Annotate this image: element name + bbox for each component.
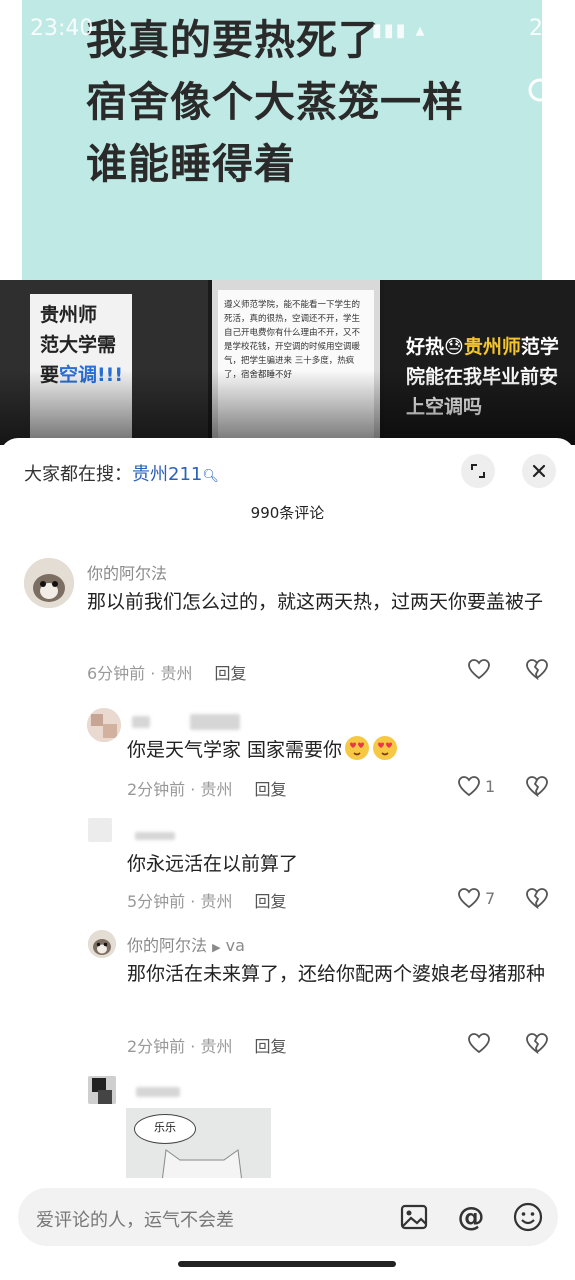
svg-text:@: @ — [458, 1202, 485, 1233]
signal-icons: ▮▮▮ ▴ — [372, 20, 427, 41]
close-button[interactable] — [522, 454, 556, 488]
comment-input-bar[interactable]: 爱评论的人，运气不会差 @ — [18, 1188, 558, 1246]
home-indicator[interactable] — [178, 1261, 396, 1267]
video-caption-line-3: 谁能睡得着 — [86, 140, 296, 188]
search-small-icon: 🔍︎ — [202, 469, 219, 484]
comment-input[interactable]: 爱评论的人，运气不会差 — [36, 1206, 234, 1232]
heart-eyes-emoji-icon — [345, 736, 370, 760]
broken-heart-icon — [526, 776, 548, 798]
heart-icon — [468, 659, 490, 680]
close-icon — [532, 464, 546, 478]
video-area[interactable]: 我真的要热死了 宿舍像个大蒸笼一样 谁能睡得着 23:40 ▮▮▮ ▴ 22 — [0, 0, 575, 290]
related-thumbnails: 贵州师 范大学需 要空调!!! 遵义师范学院，能不能看一下学生的死活，真的很热，… — [0, 280, 575, 445]
cat-illustration — [161, 1149, 243, 1178]
thumbnail-shade — [0, 370, 575, 445]
masked-name — [190, 714, 240, 730]
like-button[interactable] — [467, 658, 491, 680]
video-caption-line-1: 我真的要热死了 — [86, 16, 380, 64]
expand-button[interactable] — [461, 454, 495, 488]
comment-meta: 5分钟前 · 贵州 回复 — [127, 892, 287, 911]
heart-eyes-emoji-icon — [373, 736, 398, 760]
comment-text: 你永远活在以前算了 — [127, 853, 299, 875]
masked-name — [132, 716, 150, 728]
broken-heart-icon — [526, 1033, 548, 1055]
comment-text: 那以前我们怎么过的，就这两天热，过两天你要盖被子 — [87, 591, 544, 613]
like-button[interactable]: 1 — [457, 775, 495, 797]
comment-text: 那你活在未来算了，还给你配两个婆娘老母猪那种 — [127, 963, 546, 985]
hot-search-label: 大家都在搜： — [24, 464, 132, 485]
comment-sheet: 大家都在搜：贵州211🔍︎ 990条评论 你的阿尔法 那以前我们怎么过的，就这两… — [0, 438, 575, 1280]
reply-button[interactable]: 回复 — [254, 780, 286, 799]
avatar[interactable] — [88, 818, 112, 842]
heart-icon — [458, 776, 480, 797]
dislike-button[interactable] — [525, 1032, 549, 1058]
comment-meta: 2分钟前 · 贵州 回复 — [127, 780, 287, 799]
comment-author[interactable]: 你的阿尔法 ▶ va — [127, 932, 245, 956]
avatar[interactable] — [88, 1076, 116, 1104]
dislike-button[interactable] — [525, 658, 549, 684]
comment-meta: 2分钟前 · 贵州 回复 — [127, 1037, 287, 1056]
like-button[interactable]: 7 — [457, 887, 495, 909]
status-time: 23:40 — [30, 16, 94, 41]
comment-count: 990条评论 — [250, 504, 325, 522]
masked-name — [136, 1087, 180, 1097]
emoji-icon[interactable] — [512, 1201, 544, 1233]
reply-arrow-icon: ▶ — [212, 941, 221, 954]
hot-search[interactable]: 大家都在搜：贵州211🔍︎ — [24, 460, 219, 486]
broken-heart-icon — [526, 659, 548, 681]
reply-button[interactable]: 回复 — [214, 664, 246, 683]
hot-search-keyword[interactable]: 贵州211 — [132, 464, 202, 485]
avatar[interactable] — [87, 708, 121, 742]
dislike-button[interactable] — [525, 775, 549, 801]
broken-heart-icon — [526, 888, 548, 910]
masked-name — [135, 832, 175, 840]
comment-meta: 6分钟前 · 贵州 回复 — [87, 664, 247, 683]
dislike-button[interactable] — [525, 887, 549, 913]
heart-icon — [468, 1033, 490, 1054]
comment-image[interactable]: 乐乐 — [126, 1108, 271, 1178]
video-frame: 我真的要热死了 宿舍像个大蒸笼一样 谁能睡得着 — [22, 0, 542, 280]
reply-button[interactable]: 回复 — [254, 892, 286, 911]
avatar[interactable] — [88, 930, 116, 958]
avatar[interactable] — [24, 558, 74, 608]
reply-button[interactable]: 回复 — [254, 1037, 286, 1056]
like-count: 7 — [485, 888, 496, 908]
search-icon[interactable] — [526, 76, 560, 110]
battery-level: 22 — [529, 16, 557, 41]
comment-text: 你是天气学家 国家需要你 — [127, 732, 547, 768]
heart-icon — [458, 888, 480, 909]
like-count: 1 — [485, 776, 496, 796]
image-icon[interactable] — [398, 1201, 430, 1233]
comment-author[interactable]: 你的阿尔法 — [87, 560, 167, 584]
expand-icon — [471, 464, 485, 478]
at-icon[interactable]: @ — [455, 1201, 487, 1233]
like-button[interactable] — [467, 1032, 491, 1054]
video-caption-line-2: 宿舍像个大蒸笼一样 — [86, 78, 464, 126]
